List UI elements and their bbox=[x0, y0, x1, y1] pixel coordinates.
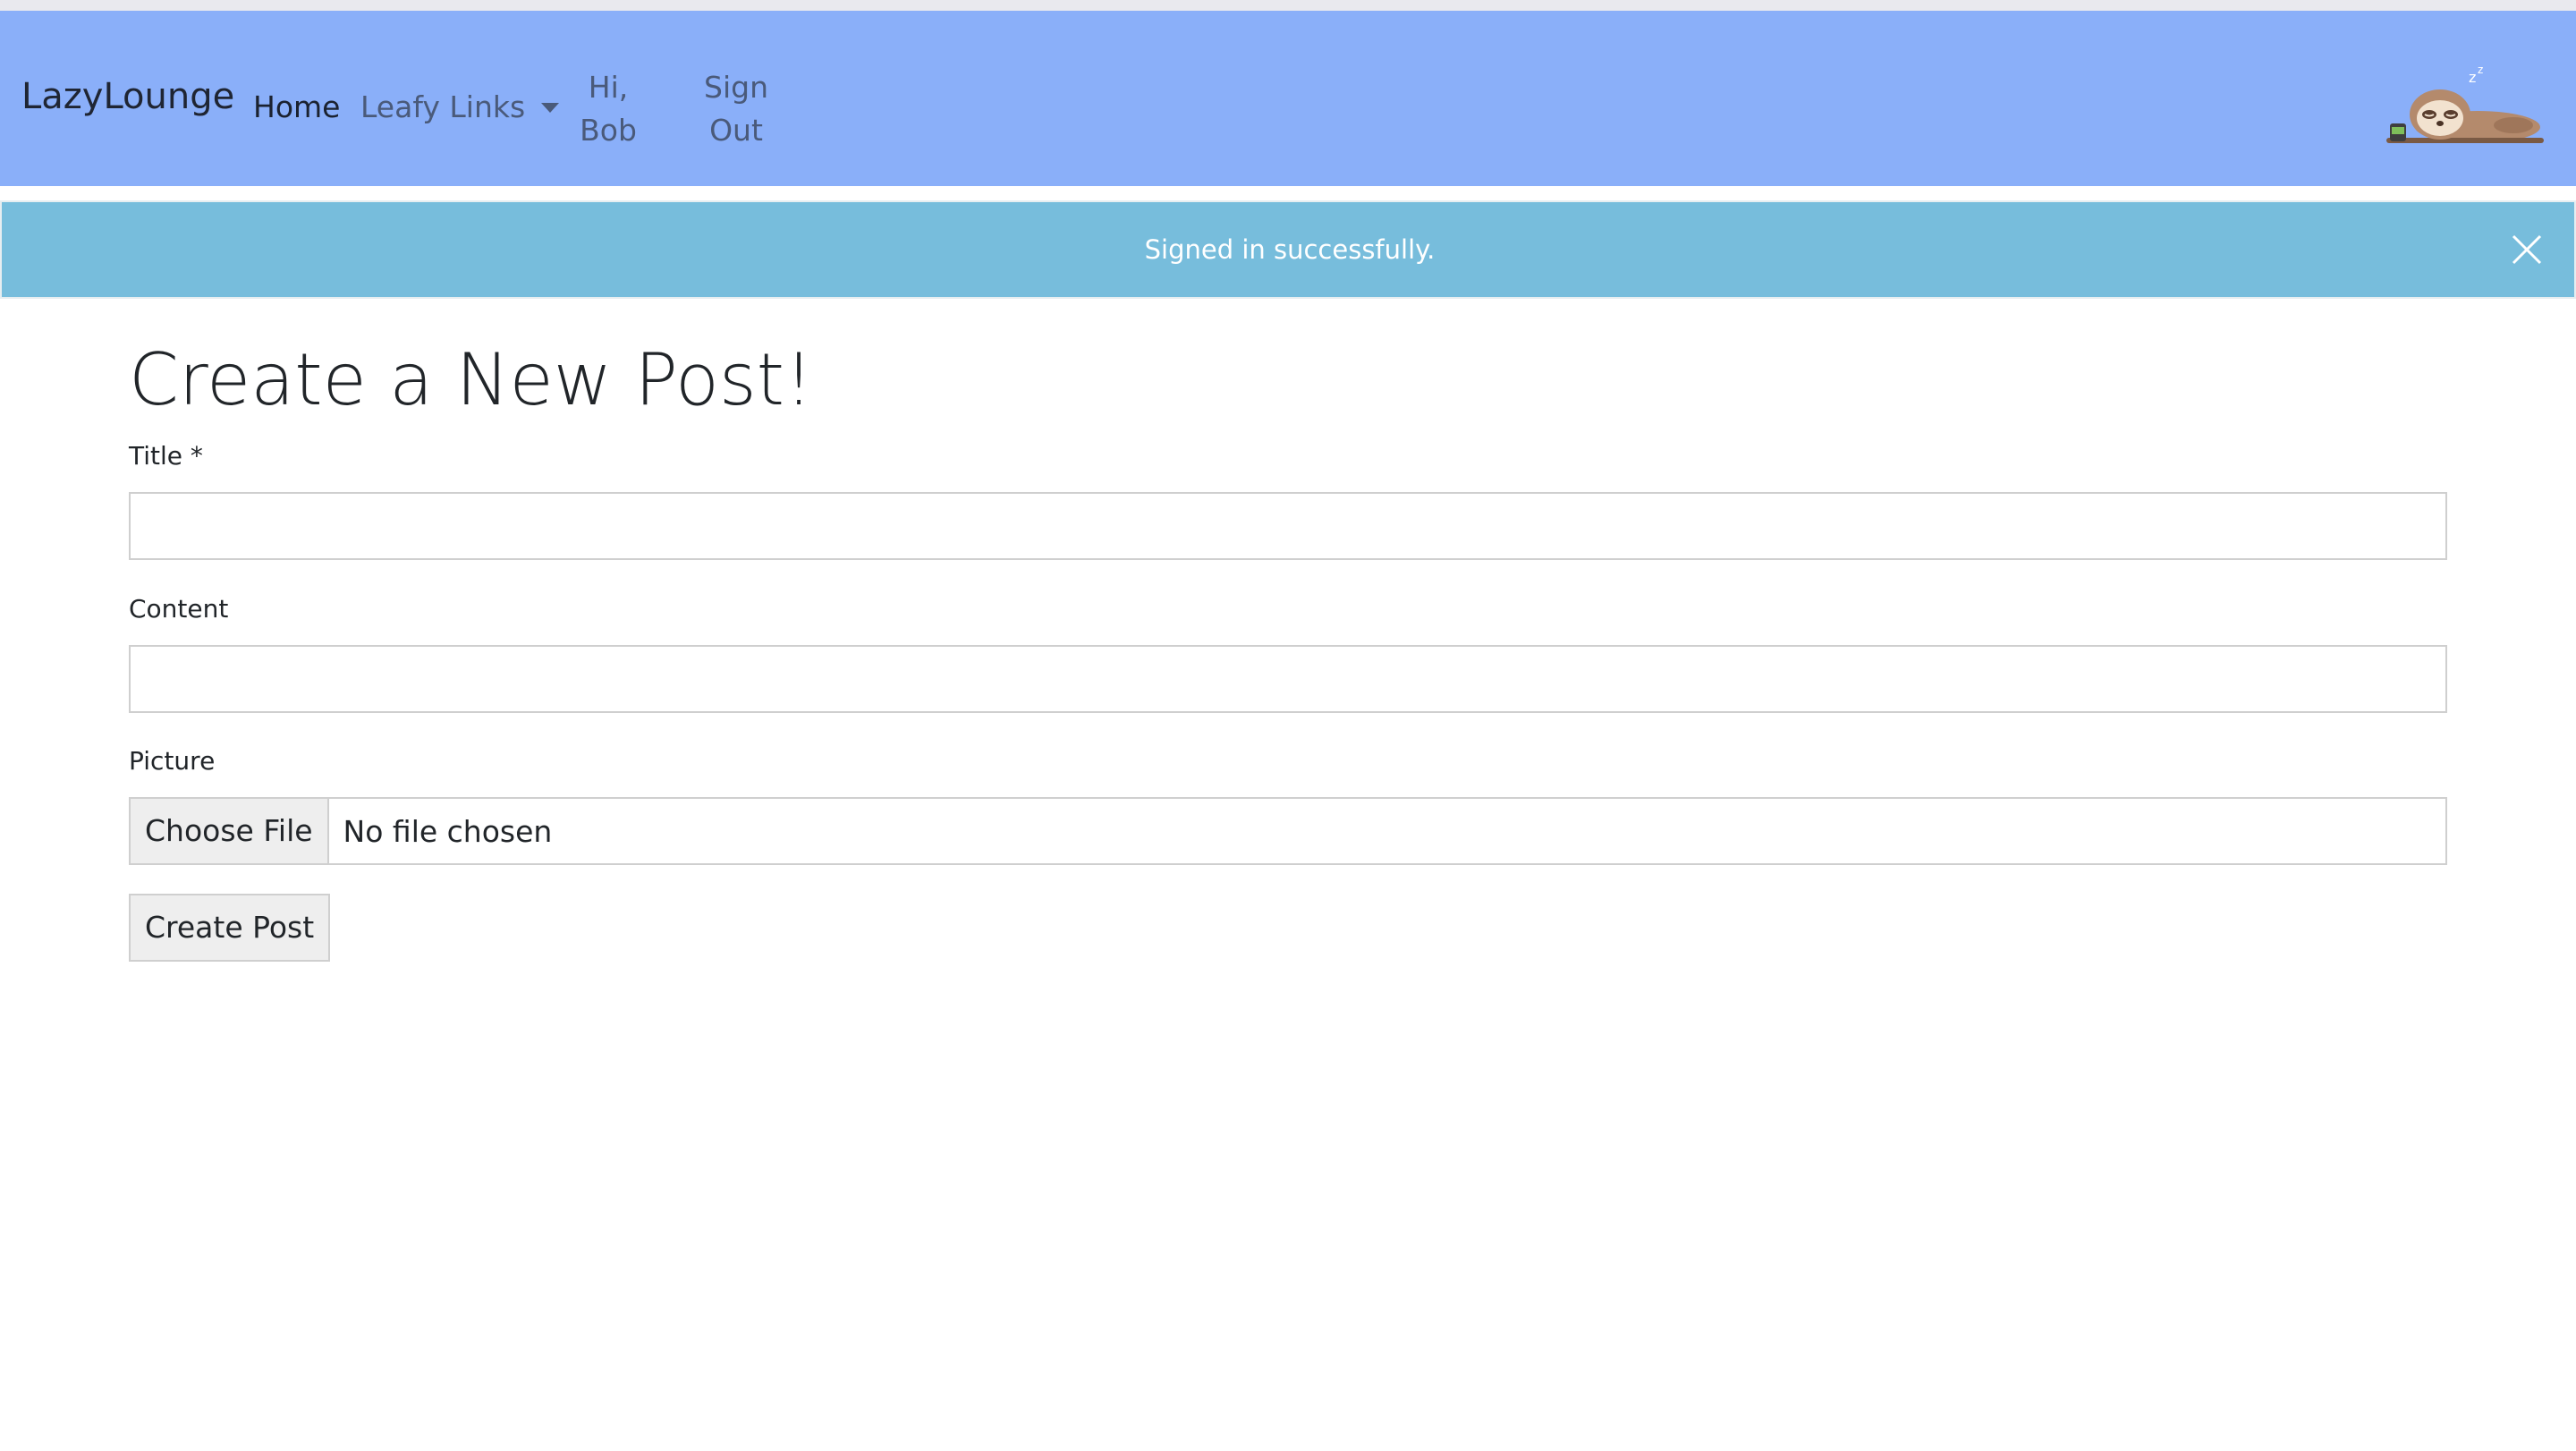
nav-greeting-line2: Bob bbox=[580, 113, 637, 148]
svg-text:z: z bbox=[2478, 64, 2483, 76]
chevron-down-icon bbox=[541, 102, 560, 113]
navbar: LazyLounge Home Leafy Links Hi, Bob Sign… bbox=[0, 11, 2576, 186]
nav-leafy-links-label: Leafy Links bbox=[360, 89, 526, 124]
content-label: Content bbox=[129, 594, 229, 624]
success-alert: Signed in successfully. bbox=[0, 200, 2576, 299]
nav-leafy-links-dropdown[interactable]: Leafy Links bbox=[360, 86, 560, 129]
title-input[interactable] bbox=[129, 492, 2447, 560]
picture-file-input[interactable]: Choose File No file chosen bbox=[129, 797, 2447, 865]
browser-top-strip bbox=[0, 0, 2576, 11]
create-post-button[interactable]: Create Post bbox=[129, 894, 331, 962]
nav-signout-line1: Sign bbox=[704, 70, 768, 105]
brand-link[interactable]: LazyLounge bbox=[21, 75, 234, 118]
nav-greeting-link[interactable]: Hi, Bob bbox=[572, 66, 644, 152]
svg-text:z: z bbox=[2469, 69, 2476, 86]
close-icon[interactable] bbox=[2508, 231, 2546, 268]
choose-file-button[interactable]: Choose File bbox=[131, 799, 329, 863]
nav-greeting-line1: Hi, bbox=[588, 70, 629, 105]
nav-signout-link[interactable]: Sign Out bbox=[698, 66, 775, 152]
nav-home-link[interactable]: Home bbox=[253, 86, 340, 129]
page-title: Create a New Post! bbox=[129, 338, 814, 421]
picture-label: Picture bbox=[129, 746, 216, 776]
nav-signout-line2: Out bbox=[709, 113, 763, 148]
file-status-text: No file chosen bbox=[343, 813, 553, 849]
alert-message: Signed in successfully. bbox=[1144, 234, 1436, 265]
title-label: Title * bbox=[129, 441, 203, 471]
sleeping-sloth-icon: z z bbox=[2386, 64, 2544, 143]
content-input[interactable] bbox=[129, 645, 2447, 713]
